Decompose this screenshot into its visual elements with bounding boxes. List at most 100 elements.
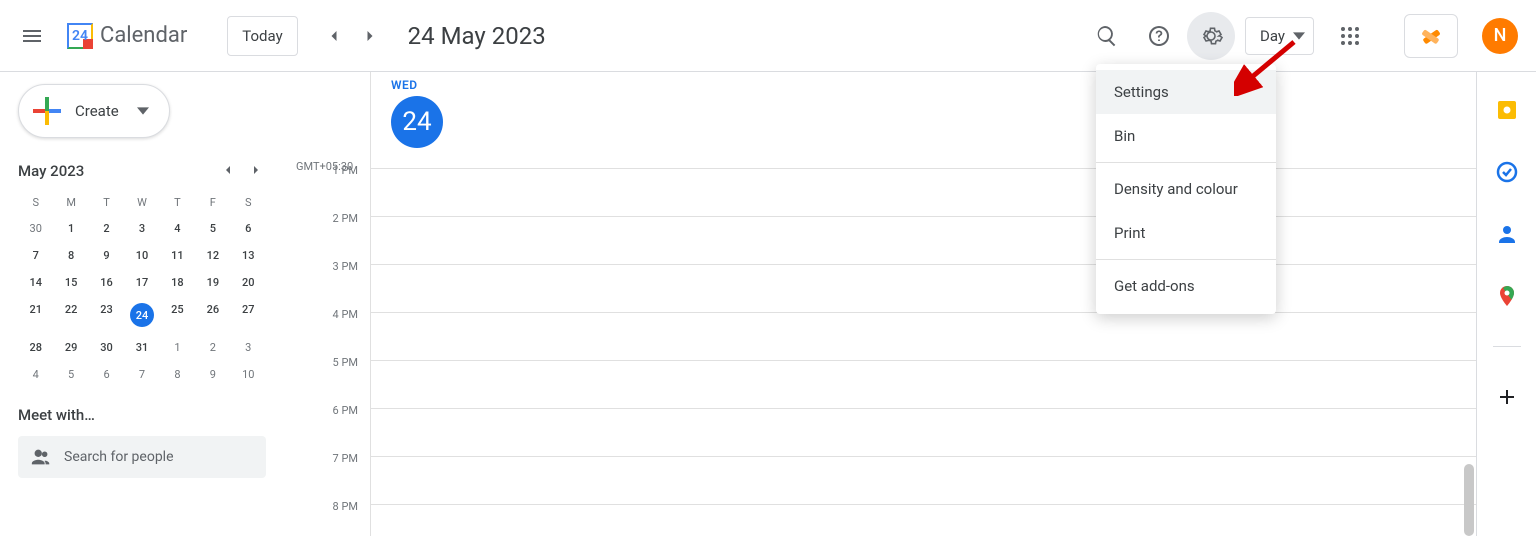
mini-day-cell[interactable]: 14 [18,269,53,296]
mini-day-cell[interactable]: 16 [89,269,124,296]
mini-day-cell[interactable]: 2 [195,334,230,361]
mini-day-cell[interactable]: 5 [53,361,88,388]
calendar-logo-icon: 24 [60,16,100,56]
search-people-input[interactable]: Search for people [18,436,266,478]
hour-slot[interactable] [371,360,1476,408]
mini-day-cell[interactable]: 12 [195,242,230,269]
get-addons-button[interactable] [1495,385,1519,409]
mini-day-cell[interactable]: 3 [231,334,266,361]
mini-day-cell[interactable]: 30 [89,334,124,361]
chevron-right-icon [360,26,380,46]
settings-menu-bin[interactable]: Bin [1096,114,1276,158]
extension-icon [1419,24,1443,48]
create-button[interactable]: Create [18,84,170,138]
mini-day-cell[interactable]: 20 [231,269,266,296]
hour-slot[interactable] [371,264,1476,312]
search-icon [1095,24,1119,48]
mini-day-cell[interactable]: 21 [18,296,53,334]
mini-day-cell[interactable]: 13 [231,242,266,269]
tasks-icon [1495,160,1519,184]
mini-day-cell[interactable]: 9 [195,361,230,388]
mini-dow: S [18,190,53,215]
mini-day-cell[interactable]: 23 [89,296,124,334]
mini-dow: M [53,190,88,215]
mini-day-cell[interactable]: 7 [124,361,159,388]
tasks-button[interactable] [1495,160,1519,184]
create-label: Create [75,102,119,120]
today-button[interactable]: Today [227,16,297,56]
mini-dow: T [89,190,124,215]
day-of-week-label: WED [391,78,418,92]
mini-day-cell[interactable]: 8 [53,242,88,269]
mini-day-cell[interactable]: 4 [18,361,53,388]
mini-day-cell[interactable]: 25 [160,296,195,334]
mini-day-cell[interactable]: 7 [18,242,53,269]
day-column[interactable]: WED 24 [370,72,1476,536]
google-apps-button[interactable] [1326,12,1374,60]
mini-next-month-button[interactable] [248,162,266,180]
mini-day-cell[interactable]: 5 [195,215,230,242]
hour-slot[interactable] [371,168,1476,216]
main-menu-button[interactable] [8,12,56,60]
keep-button[interactable] [1495,98,1519,122]
mini-calendar: May 2023 SMTWTFS301234567891011121314151… [18,162,266,388]
hour-slot[interactable] [371,504,1476,552]
mini-day-cell[interactable]: 9 [89,242,124,269]
day-number-badge: 24 [391,96,443,148]
mini-day-cell[interactable]: 30 [18,215,53,242]
settings-button[interactable] [1187,12,1235,60]
mini-day-cell[interactable]: 17 [124,269,159,296]
scrollbar-thumb[interactable] [1464,464,1474,536]
account-avatar[interactable]: N [1482,18,1518,54]
extension-button[interactable] [1404,14,1458,58]
hour-slot[interactable] [371,216,1476,264]
mini-day-cell[interactable]: 24 [124,296,159,334]
view-selector-button[interactable]: Day [1245,17,1314,55]
maps-button[interactable] [1495,284,1519,308]
mini-day-cell[interactable]: 11 [160,242,195,269]
mini-day-cell[interactable]: 19 [195,269,230,296]
hour-label: 7 PM [280,452,370,500]
mini-prev-month-button[interactable] [220,162,238,180]
hour-slot[interactable] [371,456,1476,504]
mini-day-cell[interactable]: 15 [53,269,88,296]
people-icon [30,446,52,468]
mini-day-cell[interactable]: 6 [89,361,124,388]
settings-menu-addons[interactable]: Get add-ons [1096,264,1276,308]
mini-day-cell[interactable]: 4 [160,215,195,242]
mini-day-cell[interactable]: 27 [231,296,266,334]
mini-day-cell[interactable]: 3 [124,215,159,242]
mini-day-cell[interactable]: 1 [160,334,195,361]
settings-menu-print[interactable]: Print [1096,211,1276,255]
next-day-button[interactable] [352,18,388,54]
mini-day-cell[interactable]: 1 [53,215,88,242]
chevron-left-icon [220,162,236,178]
mini-day-cell[interactable]: 31 [124,334,159,361]
gear-icon [1199,24,1223,48]
mini-day-cell[interactable]: 28 [18,334,53,361]
settings-menu-density[interactable]: Density and colour [1096,167,1276,211]
mini-day-cell[interactable]: 26 [195,296,230,334]
search-people-placeholder: Search for people [64,449,174,465]
mini-day-cell[interactable]: 22 [53,296,88,334]
settings-menu-settings[interactable]: Settings [1096,70,1276,114]
support-button[interactable] [1135,12,1183,60]
hour-label: 2 PM [280,212,370,260]
search-button[interactable] [1083,12,1131,60]
mini-day-cell[interactable]: 29 [53,334,88,361]
mini-day-cell[interactable]: 18 [160,269,195,296]
app-logo[interactable]: 24 Calendar [60,16,187,56]
hour-slot[interactable] [371,312,1476,360]
help-icon [1147,24,1171,48]
hour-label: 5 PM [280,356,370,404]
prev-day-button[interactable] [316,18,352,54]
mini-day-cell[interactable]: 8 [160,361,195,388]
mini-day-cell[interactable]: 10 [231,361,266,388]
settings-menu: Settings Bin Density and colour Print Ge… [1096,64,1276,314]
contacts-button[interactable] [1495,222,1519,246]
mini-day-cell[interactable]: 6 [231,215,266,242]
mini-day-cell[interactable]: 10 [124,242,159,269]
chevron-right-icon [248,162,264,178]
hour-slot[interactable] [371,408,1476,456]
mini-day-cell[interactable]: 2 [89,215,124,242]
